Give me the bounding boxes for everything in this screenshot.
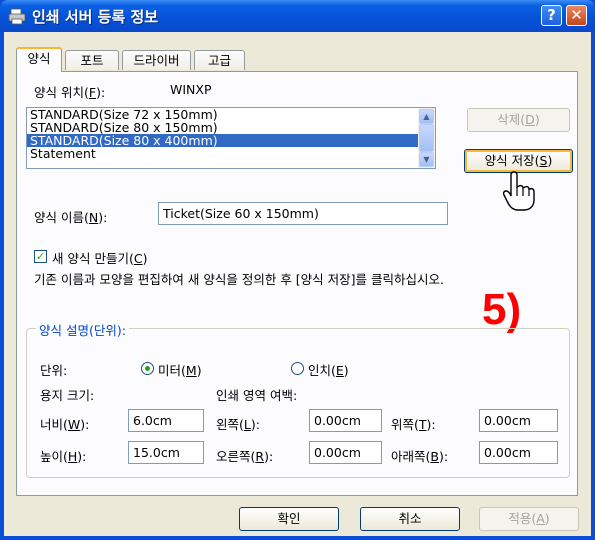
apply-button[interactable]: 적용(A) — [479, 507, 579, 531]
title-bar[interactable]: 인쇄 서버 등록 정보 ? ✕ — [0, 0, 595, 32]
metric-radio[interactable] — [141, 362, 154, 375]
inch-radio[interactable] — [291, 362, 304, 375]
scroll-down-icon[interactable]: ▼ — [419, 152, 434, 167]
new-form-checkbox[interactable]: ✓ — [34, 250, 47, 263]
height-label: 높이(H): — [40, 449, 87, 464]
right-margin-label: 오른쪽(R): — [216, 449, 274, 464]
close-button[interactable]: ✕ — [566, 5, 587, 26]
help-button[interactable]: ? — [541, 5, 562, 26]
group-title: 양식 설명(단위): — [36, 320, 129, 339]
tab-drivers[interactable]: 드라이버 — [122, 50, 191, 70]
scroll-thumb[interactable] — [419, 124, 434, 152]
dialog-window: 인쇄 서버 등록 정보 ? ✕ 양식 포트 드라이버 고급 양식 위치(F): … — [0, 0, 595, 540]
window-title: 인쇄 서버 등록 정보 — [32, 8, 159, 26]
metric-label[interactable]: 미터(M) — [158, 360, 202, 379]
height-field[interactable]: 15.0cm — [128, 441, 204, 464]
tab-advanced[interactable]: 고급 — [194, 50, 245, 70]
delete-button[interactable]: 삭제(D) — [467, 108, 570, 132]
scroll-up-icon[interactable]: ▲ — [419, 109, 434, 124]
forms-listbox[interactable]: STANDARD(Size 72 x 150mm) STANDARD(Size … — [26, 107, 436, 169]
bottom-margin-field[interactable]: 0.00cm — [479, 441, 558, 464]
tab-forms[interactable]: 양식 — [16, 47, 62, 72]
new-form-label[interactable]: 새 양식 만들기(C) — [52, 248, 147, 267]
form-name-label: 양식 이름(N): — [34, 210, 108, 225]
dialog-client: 양식 포트 드라이버 고급 양식 위치(F): WINXP STANDARD(S… — [4, 32, 591, 536]
form-name-field[interactable]: Ticket(Size 60 x 150mm) — [158, 202, 448, 225]
right-margin-field[interactable]: 0.00cm — [309, 441, 382, 464]
paper-size-label: 용지 크기: — [40, 388, 95, 403]
top-margin-label: 위쪽(T): — [391, 417, 436, 432]
top-margin-field[interactable]: 0.00cm — [479, 409, 558, 432]
hand-cursor-icon — [502, 171, 535, 211]
width-field[interactable]: 6.0cm — [128, 409, 204, 432]
inch-label[interactable]: 인치(E) — [308, 360, 349, 379]
printer-icon — [8, 8, 26, 25]
tab-ports[interactable]: 포트 — [65, 50, 119, 70]
form-location-label: 양식 위치(F): — [34, 85, 106, 100]
ok-button[interactable]: 확인 — [239, 507, 339, 531]
width-label: 너비(W): — [40, 417, 90, 432]
left-margin-field[interactable]: 0.00cm — [309, 409, 382, 432]
form-location-value: WINXP — [170, 82, 212, 97]
cancel-button[interactable]: 취소 — [360, 507, 460, 531]
bottom-margin-label: 아래쪽(B): — [391, 449, 449, 464]
print-margin-label: 인쇄 영역 여백: — [216, 388, 298, 403]
instruction-text: 기존 이름과 모양을 편집하여 새 양식을 정의한 후 [양식 저장]를 클릭하… — [34, 272, 444, 287]
left-margin-label: 왼쪽(L): — [216, 417, 260, 432]
list-item[interactable]: Statement — [27, 147, 435, 160]
unit-label: 단위: — [40, 363, 68, 378]
listbox-scrollbar[interactable]: ▲ ▼ — [418, 108, 435, 168]
